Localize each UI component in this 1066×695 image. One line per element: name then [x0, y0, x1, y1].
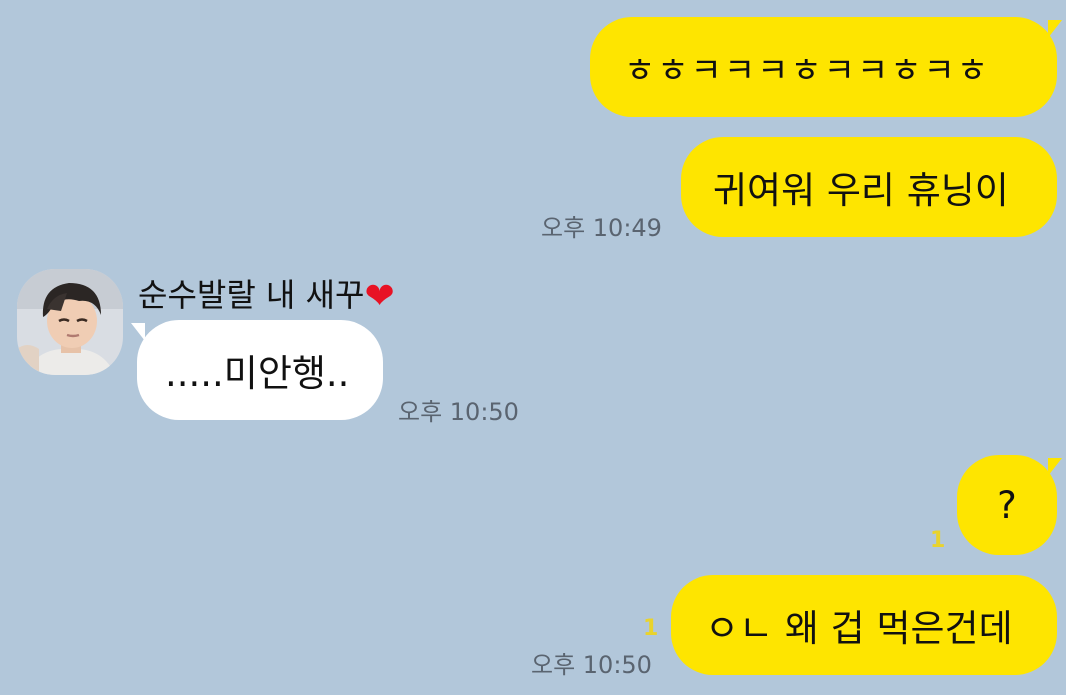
message-bubble-mine[interactable]: ㅇㄴ 왜 겁 먹은건데: [671, 575, 1057, 675]
message-bubble-mine[interactable]: ㅎㅎㅋㅋㅋㅎㅋㅋㅎㅋㅎ: [590, 17, 1057, 117]
profile-photo-icon: [17, 269, 123, 375]
bubble-tail: [1048, 20, 1062, 38]
message-text: ?: [997, 483, 1017, 527]
message-text: ㅎㅎㅋㅋㅋㅎㅋㅋㅎㅋㅎ: [624, 50, 991, 91]
unread-count: 1: [643, 616, 659, 641]
chat-screen: { "chat": { "messages": [ {"side": "mine…: [0, 0, 1066, 695]
message-time: 오후 10:50: [531, 651, 652, 679]
avatar[interactable]: [17, 269, 123, 375]
message-text: ㅇㄴ 왜 겁 먹은건데: [705, 607, 1013, 650]
message-bubble-theirs[interactable]: .....미안행..: [137, 320, 383, 420]
message-text: .....미안행..: [165, 352, 350, 395]
unread-count: 1: [930, 528, 946, 553]
message-bubble-mine[interactable]: ?: [957, 455, 1057, 555]
message-time: 오후 10:49: [541, 214, 662, 242]
bubble-tail: [1048, 458, 1062, 476]
message-text: 귀여워 우리 휴닝이: [713, 169, 1009, 212]
heart-icon: ❤: [364, 276, 395, 317]
sender-name: 순수발랄 내 새꾸❤: [138, 270, 395, 317]
sender-name-text: 순수발랄 내 새꾸: [138, 276, 365, 314]
message-time: 오후 10:50: [398, 398, 519, 426]
message-bubble-mine[interactable]: 귀여워 우리 휴닝이: [681, 137, 1057, 237]
